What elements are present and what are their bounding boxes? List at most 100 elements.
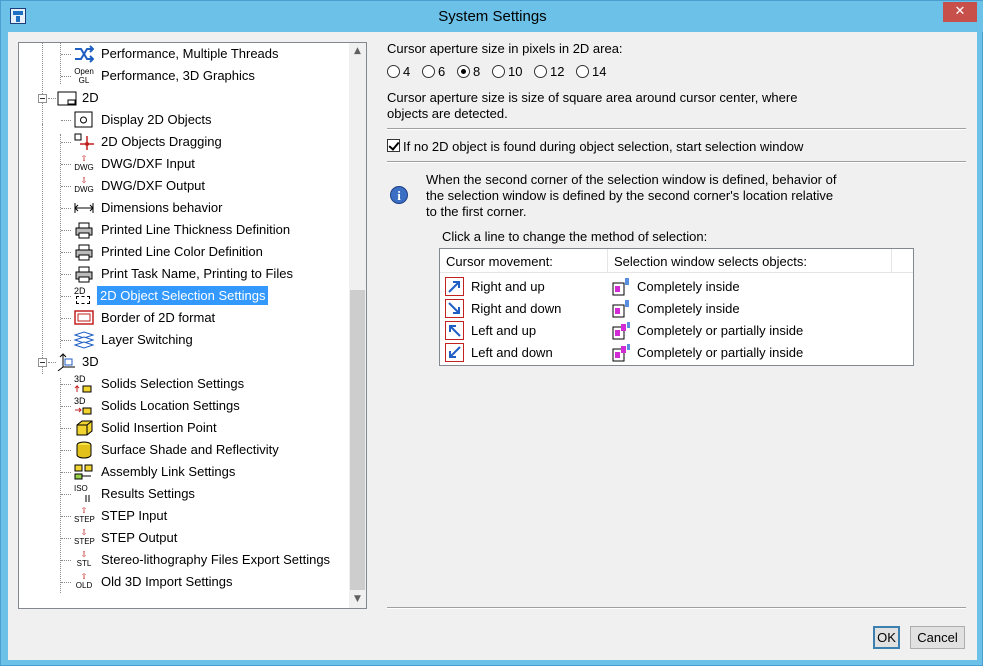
tree-item-dwg-output[interactable]: ⇩ DWG DWG/DXF Output	[19, 175, 351, 197]
tree-item-3d[interactable]: 3D	[19, 351, 351, 373]
tree-scrollbar[interactable]: ▲ ▼	[349, 43, 366, 608]
opengl-icon-text: GL	[78, 76, 90, 85]
tree-item-2d[interactable]: 2D	[19, 87, 351, 109]
printer-color-icon	[74, 243, 94, 261]
tree-connector	[48, 362, 56, 363]
radio-button[interactable]	[576, 65, 589, 78]
opengl-icon-text: Open	[74, 67, 94, 76]
scroll-down-arrow-icon[interactable]: ▼	[349, 591, 366, 608]
tree-item-step-input[interactable]: ⇧ STEP STEP Input	[19, 505, 351, 527]
tree-item-2d-dragging[interactable]: 2D Objects Dragging	[19, 131, 351, 153]
title-bar[interactable]: System Settings ✕	[1, 1, 983, 32]
tree-connector	[61, 560, 71, 561]
tree-connector	[61, 472, 71, 473]
scroll-up-arrow-icon[interactable]: ▲	[349, 43, 366, 60]
radio-button-selected[interactable]	[457, 65, 470, 78]
settings-tree[interactable]: Performance, Multiple Threads Open GL Pe…	[18, 42, 367, 609]
tree-item-label: Border of 2D format	[101, 310, 216, 325]
tree-connector	[61, 164, 71, 165]
selection-window-checkbox[interactable]	[387, 139, 400, 152]
cancel-button[interactable]: Cancel	[910, 626, 965, 649]
tree-item-solid-insertion[interactable]: Solid Insertion Point	[19, 417, 351, 439]
window-title: System Settings	[438, 8, 547, 25]
printer-file-icon	[74, 265, 94, 283]
old-import-icon: ⇧ OLD	[74, 573, 94, 591]
tree-item-solids-selection[interactable]: 3D Solids Selection Settings	[19, 373, 351, 395]
selection-window-checkbox-label[interactable]: If no 2D object is found during object s…	[403, 139, 803, 154]
tree-item-results[interactable]: ISO Results Settings	[19, 483, 351, 505]
tree-item-surface-shade[interactable]: Surface Shade and Reflectivity	[19, 439, 351, 461]
radio-button[interactable]	[387, 65, 400, 78]
tree-item-label: Layer Switching	[101, 332, 193, 347]
ok-button[interactable]: OK	[873, 626, 900, 649]
tree-connector	[61, 494, 71, 495]
table-row-left-up[interactable]: Left and up Completely or partially insi…	[440, 320, 913, 342]
cursor-movement-cell: Right and down	[471, 301, 562, 316]
tree-item-2d-selection[interactable]: 2D 2D Object Selection Settings	[19, 285, 351, 307]
tree-connector	[61, 296, 71, 297]
tree-item-label: Dimensions behavior	[101, 200, 223, 215]
arrow-up-icon: ⇧	[80, 506, 88, 515]
radio-button[interactable]	[492, 65, 505, 78]
selection-2d-icon: 2D	[74, 287, 94, 305]
tree-connector	[61, 516, 71, 517]
system-settings-window: System Settings ✕ Performance, Multiple …	[0, 0, 983, 666]
solid-selection-icon: 3D	[74, 375, 94, 393]
tree-item-old-import[interactable]: ⇧ OLD Old 3D Import Settings	[19, 571, 351, 593]
tree-item-label: DWG/DXF Input	[101, 156, 195, 171]
tree-connector	[61, 208, 71, 209]
selection-2d-icon-text: 2D	[74, 286, 86, 296]
table-row-left-down[interactable]: Left and down Completely or partially in…	[440, 342, 913, 364]
step-icon-text: STEP	[74, 537, 95, 546]
table-row-right-down[interactable]: Right and down Completely inside	[440, 298, 913, 320]
table-row-right-up[interactable]: Right and up Completely inside	[440, 276, 913, 298]
tree-item-layer-switching[interactable]: Layer Switching	[19, 329, 351, 351]
arrow-up-icon: ⇧	[80, 572, 88, 581]
dwg-input-icon: ⇧ DWG	[74, 155, 94, 173]
tree-item-solids-location[interactable]: 3D Solids Location Settings	[19, 395, 351, 417]
scrollbar-thumb[interactable]	[350, 290, 365, 590]
radio-button[interactable]	[534, 65, 547, 78]
stl-export-icon: ⇩ STL	[74, 551, 94, 569]
tree-item-label: Printed Line Thickness Definition	[101, 222, 291, 237]
tree-item-label: DWG/DXF Output	[101, 178, 206, 193]
cursor-movement-cell: Left and down	[471, 345, 553, 360]
tree-item-performance-3d[interactable]: Open GL Performance, 3D Graphics	[19, 65, 351, 87]
threads-icon	[74, 45, 95, 63]
tree-item-line-thickness[interactable]: Printed Line Thickness Definition	[19, 219, 351, 241]
column-header-cursor-movement[interactable]: Cursor movement:	[440, 249, 608, 273]
collapse-toggle-2d[interactable]	[38, 94, 47, 103]
close-button[interactable]: ✕	[943, 2, 977, 22]
tree-item-label: Solid Insertion Point	[101, 420, 217, 435]
3d-axes-icon	[57, 353, 77, 372]
selection-method-table[interactable]: Cursor movement: Selection window select…	[439, 248, 914, 366]
tree-connector	[61, 274, 71, 275]
selection-window-info: When the second corner of the selection …	[426, 172, 866, 220]
radio-button[interactable]	[422, 65, 435, 78]
tree-item-dwg-input[interactable]: ⇧ DWG DWG/DXF Input	[19, 153, 351, 175]
opengl-icon: Open GL	[74, 67, 94, 85]
tree-item-label: STEP Input	[101, 508, 168, 523]
tree-connector	[61, 582, 71, 583]
collapse-toggle-3d[interactable]	[38, 358, 47, 367]
tree-item-print-task[interactable]: Print Task Name, Printing to Files	[19, 263, 351, 285]
tree-connector	[61, 76, 71, 77]
tree-connector	[61, 252, 71, 253]
column-header-filler	[892, 249, 913, 273]
printer-icon	[74, 221, 94, 239]
click-hint: Click a line to change the method of sel…	[442, 229, 708, 244]
tree-item-performance-threads[interactable]: Performance, Multiple Threads	[19, 43, 351, 65]
tree-item-assembly-link[interactable]: Assembly Link Settings	[19, 461, 351, 483]
tree-item-border-2d[interactable]: Border of 2D format	[19, 307, 351, 329]
tree-item-dimensions[interactable]: Dimensions behavior	[19, 197, 351, 219]
dwg-icon-text: DWG	[74, 163, 94, 172]
column-header-selection[interactable]: Selection window selects objects:	[608, 249, 892, 273]
tree-item-stl-export[interactable]: ⇩ STL Stereo-lithography Files Export Se…	[19, 549, 351, 571]
tree-connector	[61, 186, 71, 187]
tree-item-label: 2D Object Selection Settings	[97, 286, 269, 305]
stl-icon-text: STL	[76, 559, 92, 568]
tree-item-step-output[interactable]: ⇩ STEP STEP Output	[19, 527, 351, 549]
drag-icon	[74, 133, 94, 151]
tree-item-line-color[interactable]: Printed Line Color Definition	[19, 241, 351, 263]
tree-item-display-2d[interactable]: Display 2D Objects	[19, 109, 351, 131]
